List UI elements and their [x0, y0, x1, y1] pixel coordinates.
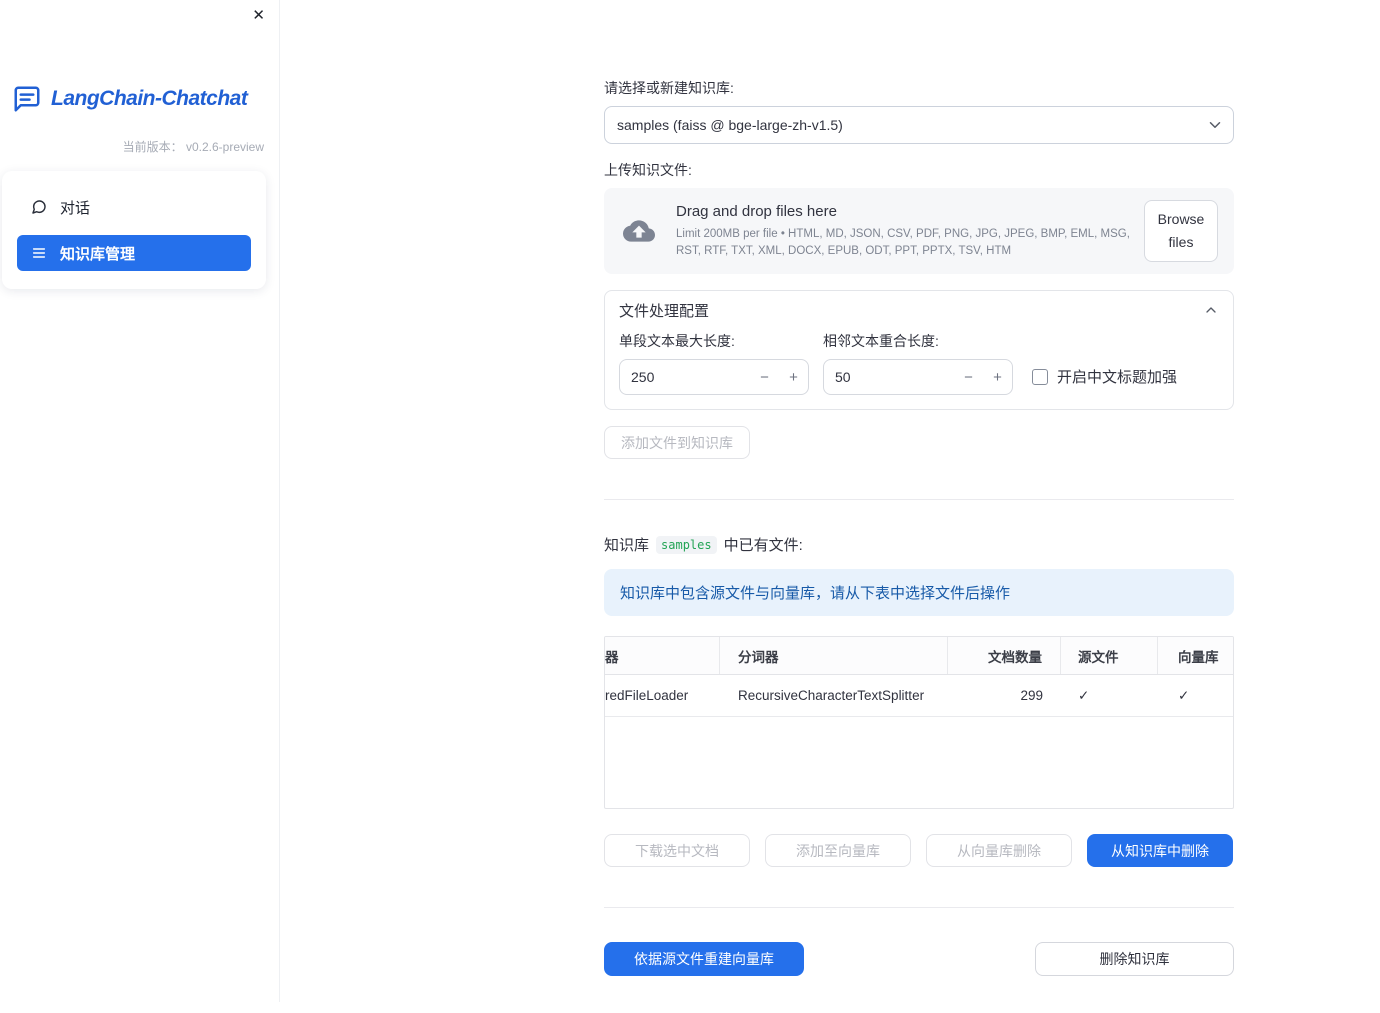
overlap-length-group: 相邻文本重合长度: − + [823, 331, 1013, 395]
cell-loader: redFileLoader [605, 688, 689, 703]
checkbox-label: 开启中文标题加强 [1057, 369, 1178, 386]
version-text: 当前版本： v0.2.6-preview [122, 140, 264, 154]
sidebar-item-label: 对话 [60, 199, 91, 217]
max-length-group: 单段文本最大长度: − + [619, 331, 809, 395]
cell-doc-count: 299 [1020, 688, 1043, 703]
close-icon[interactable]: ✕ [252, 8, 265, 23]
kb-select-label: 请选择或新建知识库: [604, 80, 734, 96]
kb-selected-value: samples (faiss @ bge-large-zh-v1.5) [617, 117, 843, 133]
dropzone-text: Drag and drop files here Limit 200MB per… [676, 203, 1144, 259]
overlap-length-stepper: − + [823, 359, 1013, 395]
dropzone-title: Drag and drop files here [676, 202, 837, 220]
expander-body: 单段文本最大长度: − + 相邻文本重合长度: − + 开启中文标题加强 [605, 329, 1233, 409]
info-banner-text: 知识库中包含源文件与向量库，请从下表中选择文件后操作 [620, 585, 1011, 602]
delete-from-vector-store-button[interactable]: 从向量库删除 [926, 834, 1072, 867]
logo: LangChain-Chatchat [12, 84, 271, 114]
file-config-expander: 文件处理配置 单段文本最大长度: − + 相邻文本重合长度: − + [604, 290, 1234, 410]
plus-button[interactable]: + [779, 369, 808, 386]
plus-button[interactable]: + [983, 369, 1012, 386]
column-header-loader: 器 [605, 637, 720, 674]
max-length-stepper: − + [619, 359, 809, 395]
dropzone-limit-text: Limit 200MB per file • HTML, MD, JSON, C… [676, 227, 1130, 257]
table-row[interactable]: redFileLoader RecursiveCharacterTextSpli… [605, 675, 1233, 717]
cell-vector-store-check: ✓ [1178, 687, 1190, 703]
file-dropzone[interactable]: Drag and drop files here Limit 200MB per… [604, 188, 1234, 274]
sidebar: ✕ LangChain-Chatchat 当前版本： v0.2.6-previe… [0, 0, 280, 1002]
cell-splitter: RecursiveCharacterTextSplitter [738, 688, 925, 703]
table-actions: 下载选中文档 添加至向量库 从向量库删除 从知识库中删除 [604, 834, 1234, 867]
max-length-input[interactable] [620, 369, 750, 385]
kb-files-heading: 知识库 samples 中已有文件: [604, 534, 1234, 555]
column-header-source-file: 源文件 [1061, 637, 1158, 674]
download-selected-button[interactable]: 下载选中文档 [604, 834, 750, 867]
add-files-to-kb-button[interactable]: 添加文件到知识库 [604, 426, 750, 459]
cell-source-file-check: ✓ [1078, 687, 1090, 703]
kb-name-code: samples [656, 535, 717, 554]
overlap-length-label: 相邻文本重合长度: [823, 333, 939, 349]
browse-files-button[interactable]: Browse files [1144, 199, 1218, 263]
delete-from-kb-button[interactable]: 从知识库中删除 [1087, 834, 1233, 867]
divider [604, 907, 1234, 908]
expander-header[interactable]: 文件处理配置 [605, 291, 1233, 329]
info-banner: 知识库中包含源文件与向量库，请从下表中选择文件后操作 [604, 569, 1234, 616]
sidebar-item-kb-management[interactable]: 知识库管理 [17, 235, 251, 271]
cloud-upload-icon [623, 220, 655, 242]
checkbox-icon [1032, 368, 1048, 385]
rebuild-vector-store-button[interactable]: 依据源文件重建向量库 [604, 942, 804, 976]
main-content: 请选择或新建知识库: samples (faiss @ bge-large-zh… [604, 0, 1234, 1013]
table-header-row: 器 分词器 文档数量 源文件 向量库 [605, 637, 1233, 675]
logo-text: LangChain-Chatchat [51, 87, 248, 110]
kb-bottom-actions: 依据源文件重建向量库 删除知识库 [604, 942, 1234, 976]
column-header-doc-count: 文档数量 [948, 637, 1061, 674]
minus-button[interactable]: − [954, 369, 983, 386]
column-header-vector-store: 向量库 [1178, 649, 1219, 665]
divider [604, 499, 1234, 500]
chat-bubble-icon [32, 200, 46, 214]
sidebar-menu: 对话 知识库管理 [2, 171, 266, 289]
max-length-label: 单段文本最大长度: [619, 333, 735, 349]
upload-label: 上传知识文件: [604, 162, 692, 178]
files-table: 器 分词器 文档数量 源文件 向量库 redFileLoader Recursi… [604, 636, 1234, 809]
zh-title-enhance-checkbox[interactable]: 开启中文标题加强 [1032, 366, 1177, 387]
delete-kb-button[interactable]: 删除知识库 [1035, 942, 1234, 976]
list-icon [32, 248, 46, 258]
overlap-length-input[interactable] [824, 369, 954, 385]
column-header-splitter: 分词器 [720, 637, 948, 674]
sidebar-item-label: 知识库管理 [60, 245, 136, 263]
chevron-up-icon [1206, 307, 1216, 313]
chat-logo-icon [14, 86, 40, 112]
kb-files-prefix: 知识库 [604, 537, 650, 554]
kb-selectbox[interactable]: samples (faiss @ bge-large-zh-v1.5) [604, 106, 1234, 144]
sidebar-item-dialogue[interactable]: 对话 [17, 189, 251, 225]
kb-files-suffix: 中已有文件: [723, 537, 803, 554]
chevron-down-icon [1209, 122, 1221, 128]
minus-button[interactable]: − [750, 369, 779, 386]
add-to-vector-store-button[interactable]: 添加至向量库 [765, 834, 911, 867]
expander-title: 文件处理配置 [619, 302, 710, 320]
